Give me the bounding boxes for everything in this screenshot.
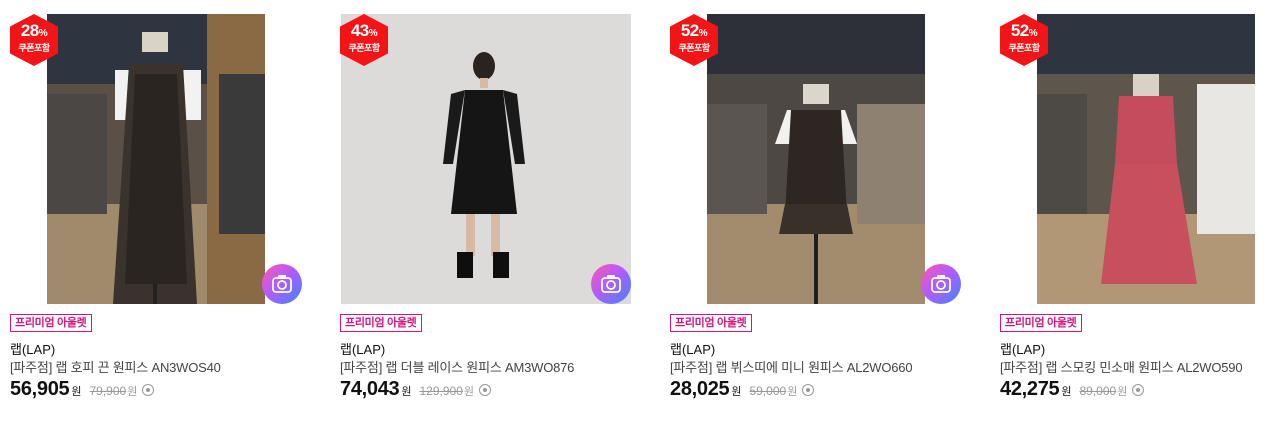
sale-price: 56,905	[10, 378, 70, 400]
currency-label: 원	[731, 386, 742, 398]
product-name[interactable]: [파주점] 랩 뷔스띠에 미니 원피스 AL2WO660	[670, 357, 913, 376]
premium-outlet-tag: 프리미엄 아울렛	[10, 314, 92, 332]
original-price: 129,900	[419, 384, 463, 398]
currency-label: 원	[1061, 386, 1072, 398]
camera-search-icon	[601, 275, 621, 293]
camera-search-icon	[931, 275, 951, 293]
camera-search-button[interactable]	[591, 264, 631, 304]
product-card[interactable]: 52% 쿠폰포함 프리미엄 아울렛 랩(LAP) [파주점] 랩 스모킹 민소매…	[1000, 0, 1278, 432]
currency-label: 원	[401, 386, 412, 398]
product-card[interactable]: 28% 쿠폰포함 프리미엄 아울렛 랩(LAP) [파주점] 랩 호피 끈 원피…	[10, 0, 310, 432]
original-currency-label: 원	[463, 386, 475, 398]
product-name[interactable]: [파주점] 랩 더블 레이스 원피스 AM3WO876	[340, 357, 574, 376]
sale-price: 74,043	[340, 378, 400, 400]
product-photo[interactable]	[47, 14, 265, 304]
product-photo[interactable]	[707, 14, 925, 304]
brand-name[interactable]: 랩(LAP)	[10, 339, 55, 358]
product-image-area[interactable]: 52% 쿠폰포함	[1000, 14, 1278, 304]
original-price: 79,900	[89, 384, 127, 398]
camera-search-icon	[272, 275, 292, 293]
product-name[interactable]: [파주점] 랩 스모킹 민소매 원피스 AL2WO590	[1000, 357, 1243, 376]
product-card[interactable]: 43% 쿠폰포함 프리미엄 아울렛 랩(LAP) [파주점] 랩 더블 레이스 …	[340, 0, 640, 432]
premium-outlet-tag: 프리미엄 아울렛	[340, 314, 422, 332]
info-circle-icon[interactable]	[802, 384, 815, 396]
premium-outlet-tag: 프리미엄 아울렛	[1000, 314, 1082, 332]
original-currency-label: 원	[127, 386, 138, 398]
brand-name[interactable]: 랩(LAP)	[340, 339, 385, 358]
price-row: 56,905 원 79,900 원	[10, 378, 155, 401]
camera-search-button[interactable]	[921, 264, 961, 304]
price-row: 74,043 원 129,900 원	[340, 378, 492, 401]
original-currency-label: 원	[1117, 386, 1128, 398]
camera-search-button[interactable]	[262, 264, 302, 304]
product-image-area[interactable]: 43% 쿠폰포함	[340, 14, 632, 304]
price-row: 42,275 원 89,000 원	[1000, 378, 1145, 401]
price-row: 28,025 원 59,000 원	[670, 378, 815, 401]
info-circle-icon[interactable]	[142, 384, 155, 396]
product-image-area[interactable]: 52% 쿠폰포함	[670, 14, 962, 304]
sale-price: 28,025	[670, 378, 730, 400]
product-image-area[interactable]: 28% 쿠폰포함	[10, 14, 302, 304]
info-circle-icon[interactable]	[1132, 384, 1145, 396]
sale-price: 42,275	[1000, 378, 1060, 400]
brand-name[interactable]: 랩(LAP)	[670, 339, 715, 358]
brand-name[interactable]: 랩(LAP)	[1000, 339, 1045, 358]
product-name[interactable]: [파주점] 랩 호피 끈 원피스 AN3WOS40	[10, 357, 221, 376]
original-price: 89,000	[1079, 384, 1117, 398]
premium-outlet-tag: 프리미엄 아울렛	[670, 314, 752, 332]
original-price: 59,000	[749, 384, 787, 398]
currency-label: 원	[71, 386, 82, 398]
product-photo[interactable]	[1037, 14, 1255, 304]
product-card[interactable]: 52% 쿠폰포함 프리미엄 아울렛 랩(LAP) [파주점] 랩 뷔스띠에 미니…	[670, 0, 970, 432]
info-circle-icon[interactable]	[479, 384, 492, 396]
original-currency-label: 원	[787, 386, 798, 398]
product-photo[interactable]	[341, 14, 631, 304]
